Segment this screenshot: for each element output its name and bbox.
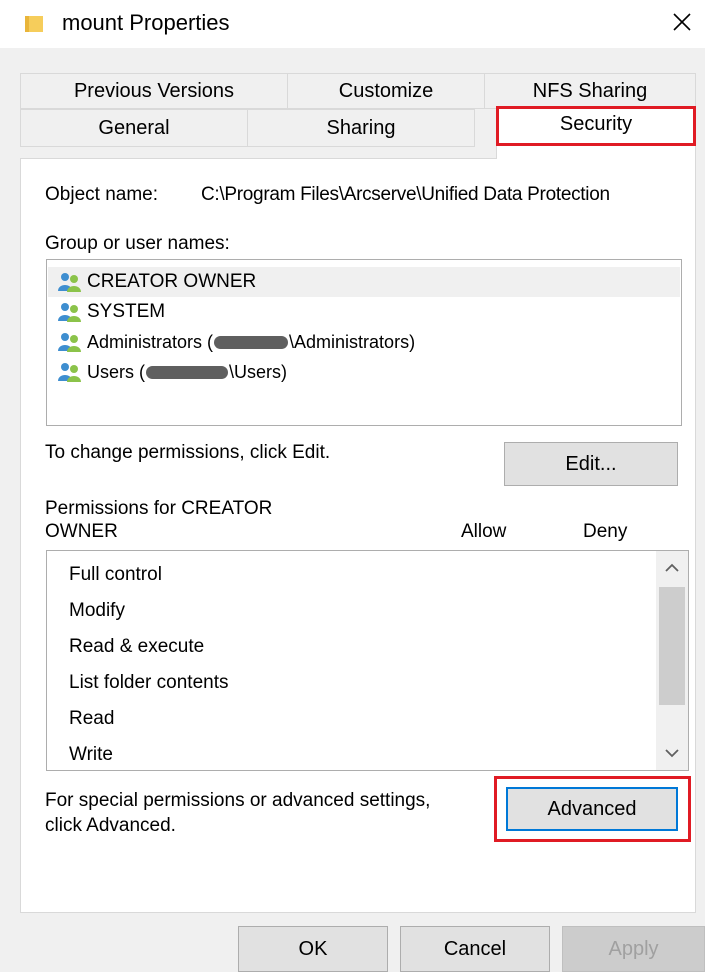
permission-modify: Modify (69, 600, 125, 621)
permissions-for-label-line2: OWNER (45, 521, 118, 542)
users-icon (58, 333, 81, 352)
dialog-client-area: Previous Versions Customize NFS Sharing … (0, 48, 705, 972)
security-panel: Object name: C:\Program Files\Arcserve\U… (20, 158, 696, 913)
users-icon (58, 273, 81, 292)
title-bar: mount Properties (0, 0, 705, 48)
tab-nfs-sharing[interactable]: NFS Sharing (484, 73, 696, 109)
change-permissions-hint: To change permissions, click Edit. (45, 442, 331, 463)
user-name: SYSTEM (87, 301, 166, 322)
redacted-domain (214, 335, 289, 349)
tab-customize[interactable]: Customize (287, 73, 485, 109)
user-row-system[interactable]: SYSTEM (57, 297, 165, 327)
apply-button[interactable]: Apply (562, 926, 705, 972)
permission-read-execute: Read & execute (69, 636, 205, 657)
tab-previous-versions[interactable]: Previous Versions (20, 73, 288, 109)
object-name-value: C:\Program Files\Arcserve\Unified Data P… (201, 184, 610, 205)
advanced-hint-line1: For special permissions or advanced sett… (45, 790, 431, 811)
close-button[interactable] (659, 0, 705, 44)
redacted-domain (146, 365, 228, 379)
close-icon (673, 13, 691, 31)
scroll-thumb[interactable] (659, 587, 685, 705)
permissions-scrollbar[interactable] (656, 551, 688, 770)
cancel-button[interactable]: Cancel (400, 926, 550, 972)
object-name-label: Object name: (45, 184, 158, 205)
user-row-creator-owner[interactable]: CREATOR OWNER (48, 267, 680, 297)
chevron-down-icon (665, 749, 679, 758)
advanced-hint-line2: click Advanced. (45, 815, 176, 836)
user-name-suffix: \Administrators) (289, 331, 416, 352)
folder-icon (25, 16, 43, 32)
scroll-down-button[interactable] (656, 736, 688, 770)
permissions-for-label-line1: Permissions for CREATOR (45, 498, 273, 519)
user-name: CREATOR OWNER (87, 271, 257, 292)
properties-window: mount Properties Previous Versions Custo… (0, 0, 705, 972)
permission-full-control: Full control (69, 564, 162, 585)
user-name-prefix: Users ( (87, 361, 145, 382)
edit-button[interactable]: Edit... (504, 442, 678, 486)
deny-column-header: Deny (583, 521, 628, 542)
group-names-label: Group or user names: (45, 233, 230, 254)
users-icon (58, 303, 81, 322)
scroll-up-button[interactable] (656, 551, 688, 585)
chevron-up-icon (665, 563, 679, 572)
window-title: mount Properties (62, 10, 230, 35)
user-row-users[interactable]: Users ( \Users) (57, 357, 287, 387)
allow-column-header: Allow (461, 521, 507, 542)
user-name-prefix: Administrators ( (87, 331, 214, 352)
users-icon (58, 363, 81, 382)
user-name-suffix: \Users) (229, 361, 287, 382)
tab-sharing[interactable]: Sharing (247, 109, 475, 147)
tab-security[interactable]: Security (496, 106, 696, 159)
permission-write: Write (69, 744, 113, 765)
permissions-list[interactable]: Full control Modify Read & execute List … (46, 550, 689, 771)
ok-button[interactable]: OK (238, 926, 388, 972)
permission-read: Read (69, 708, 115, 729)
tab-general[interactable]: General (20, 109, 248, 147)
user-row-administrators[interactable]: Administrators ( \Administrators) (57, 327, 415, 357)
advanced-button[interactable]: Advanced (506, 787, 678, 831)
user-list[interactable]: CREATOR OWNER SYSTEM Administrators (\A… (46, 259, 682, 426)
permission-list-folder-contents: List folder contents (69, 672, 229, 693)
